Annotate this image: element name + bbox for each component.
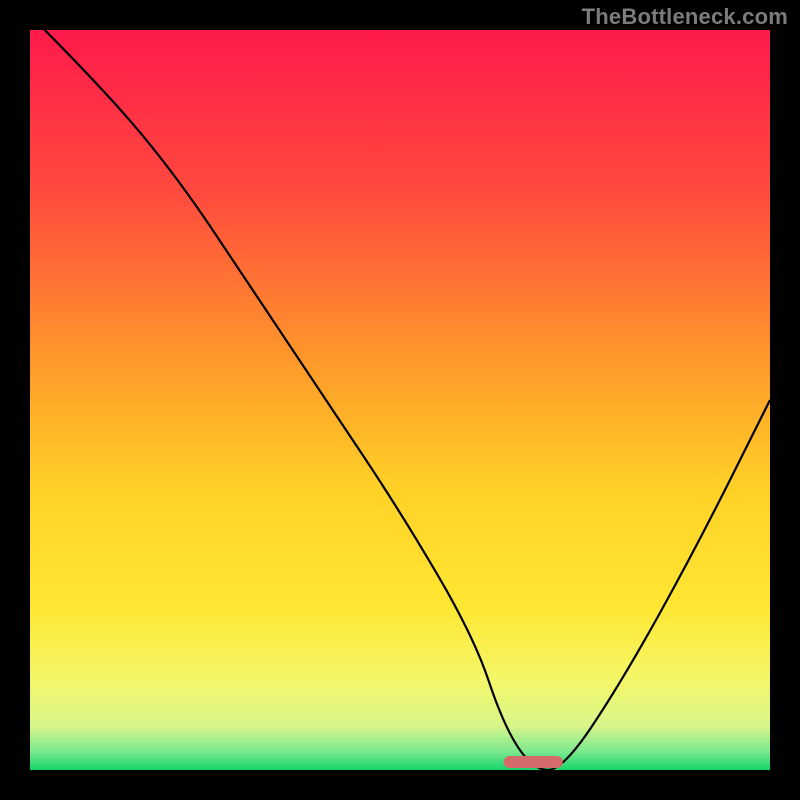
optimum-marker <box>504 756 563 768</box>
bottleneck-chart <box>0 0 800 800</box>
watermark-text: TheBottleneck.com <box>582 4 788 30</box>
plot-background <box>30 30 770 770</box>
chart-container: TheBottleneck.com <box>0 0 800 800</box>
